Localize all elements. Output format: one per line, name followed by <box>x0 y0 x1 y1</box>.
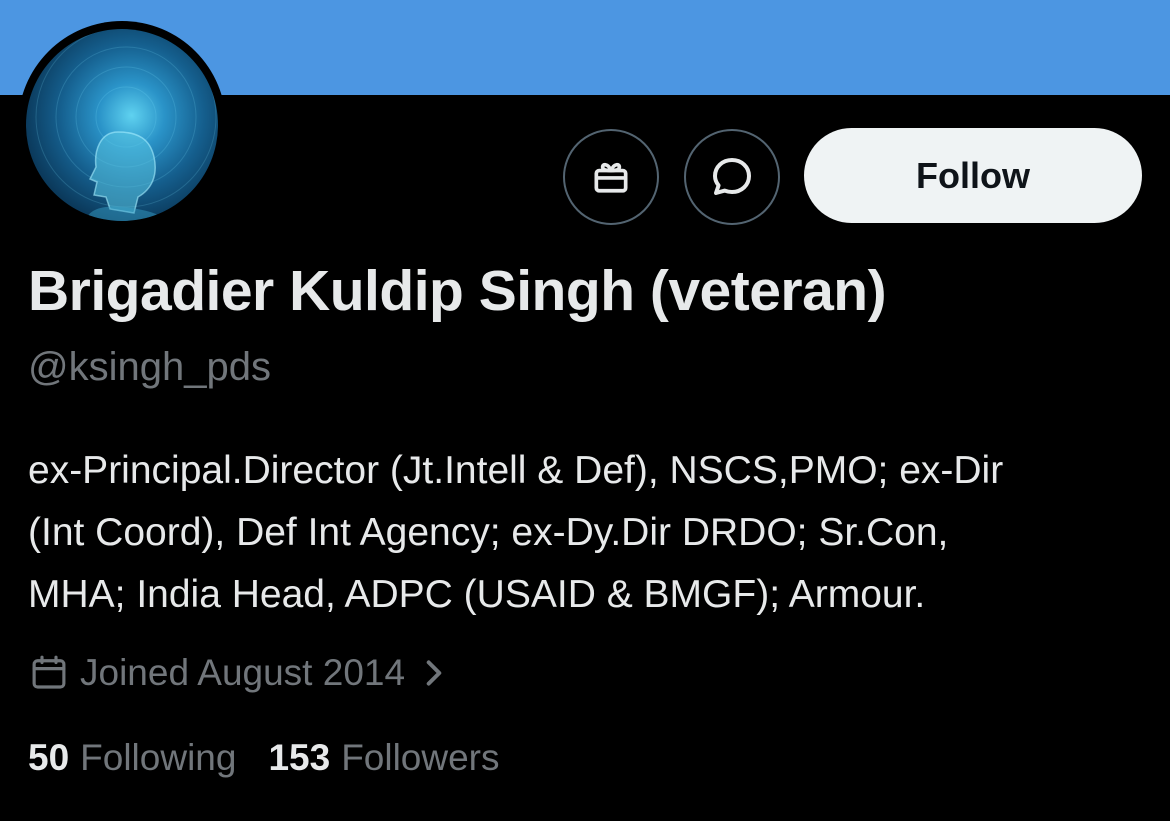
following-count: 50 <box>28 737 70 778</box>
bio-line: ex-Principal.Director (Jt.Intell & Def),… <box>28 449 1004 492</box>
following-label: Following <box>80 737 237 778</box>
bio-line: (Int Coord), Def Int Agency; ex-Dy.Dir D… <box>28 511 949 554</box>
profile-bio: ex-Principal.Director (Jt.Intell & Def),… <box>28 440 1153 626</box>
digital-head-avatar-icon <box>35 29 217 221</box>
joined-date: Joined August 2014 <box>80 652 406 693</box>
bio-line: MHA; India Head, ADPC (USAID & BMGF); Ar… <box>28 573 926 616</box>
followers-label: Followers <box>341 737 500 778</box>
following-link[interactable]: 50 Following <box>28 737 236 779</box>
user-handle: @ksingh_pds <box>28 345 271 389</box>
calendar-icon <box>32 655 66 689</box>
display-name: Brigadier Kuldip Singh (veteran) <box>28 259 887 323</box>
avatar[interactable] <box>26 29 218 221</box>
gift-button[interactable] <box>563 129 659 225</box>
followers-link[interactable]: 153 Followers <box>268 737 499 779</box>
message-button[interactable] <box>684 129 780 225</box>
message-icon <box>713 158 751 195</box>
profile-page: Follow Brigadier Kuldip Singh (veteran) … <box>0 0 1170 821</box>
follow-stats: 50 Following 153 Followers <box>28 733 500 783</box>
joined-date-link[interactable]: Joined August 2014 <box>28 648 445 698</box>
chevron-right-icon <box>426 660 442 686</box>
follow-button[interactable]: Follow <box>804 128 1142 223</box>
followers-count: 153 <box>268 737 331 778</box>
gift-icon <box>594 162 628 193</box>
